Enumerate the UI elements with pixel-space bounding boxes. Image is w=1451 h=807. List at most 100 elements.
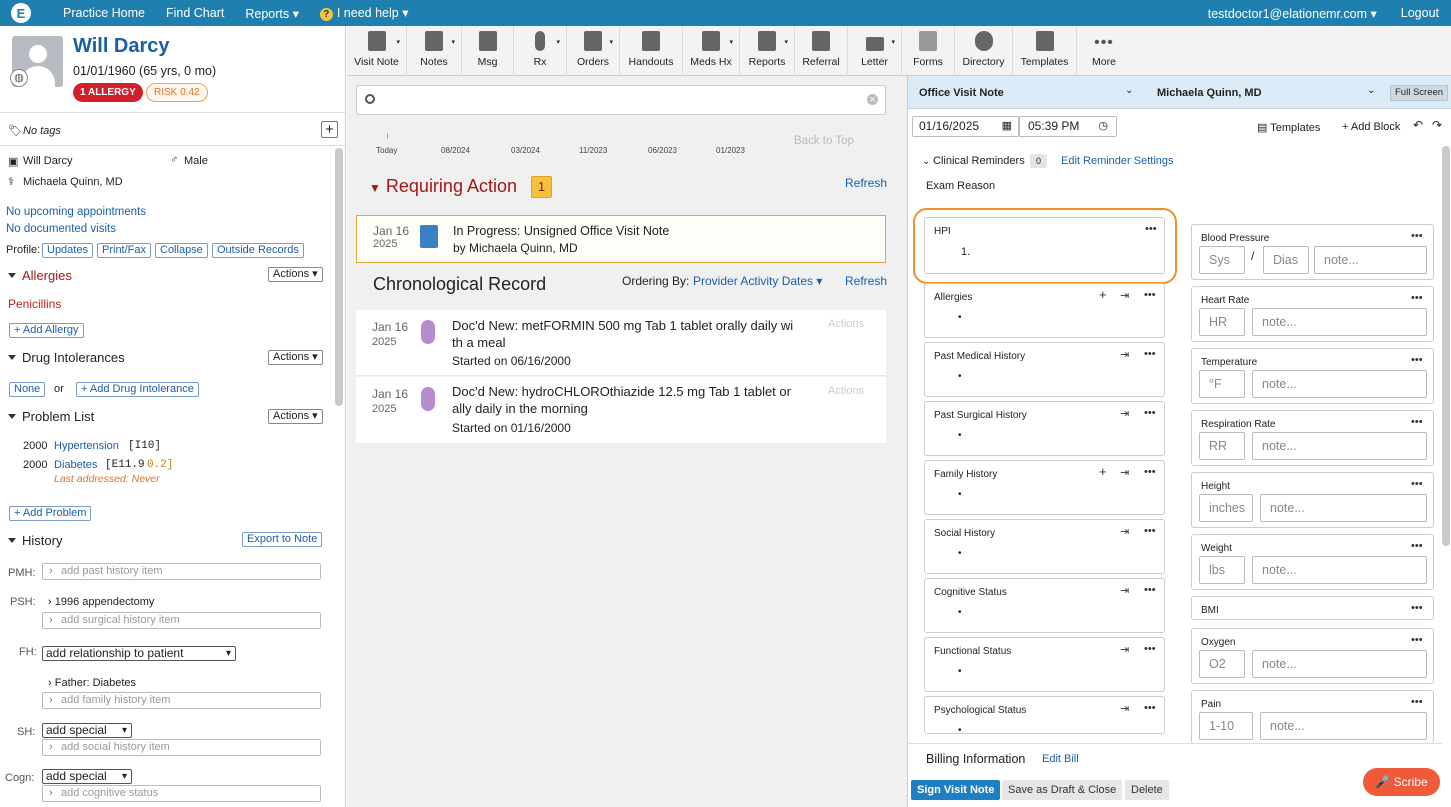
vital-block[interactable]: Temperature ••• °F note... [1191,348,1434,404]
logout-link[interactable]: Logout [1401,6,1439,21]
pmh-input[interactable]: add past history item [42,563,321,580]
elation-logo[interactable]: E [0,0,42,26]
ellipsis-icon[interactable]: ••• [1144,584,1156,596]
vital-value-input[interactable]: inches [1199,494,1253,522]
vital-block[interactable]: Weight ••• lbs note... [1191,534,1434,590]
ordering-select[interactable]: Provider Activity Dates ▾ [693,274,822,288]
templates-button[interactable]: Templates [1013,26,1077,76]
import-icon[interactable]: ⇥ [1120,643,1129,656]
problem-diabetes[interactable]: Diabetes [54,459,97,471]
allergies-actions-button[interactable]: Actions ▾ [268,267,323,282]
user-menu[interactable]: testdoctor1@elationemr.com ▾ [1208,6,1377,21]
note-block[interactable]: Allergies + ⇥ ••• • [924,283,1165,338]
chevron-down-icon[interactable]: ⌄ [1367,85,1375,96]
timeline-label[interactable]: 01/2023 [716,146,745,155]
clinical-reminders-toggle[interactable]: Clinical Reminders [933,155,1025,167]
diastolic-input[interactable]: Dias [1263,246,1309,274]
timeline-label[interactable]: 03/2024 [511,146,540,155]
vital-note-input[interactable]: note... [1260,712,1427,740]
fh-item[interactable]: › Father: Diabetes [48,677,136,689]
ellipsis-icon[interactable]: ••• [1144,643,1156,655]
note-block[interactable]: Psychological Status ⇥ ••• • [924,696,1165,736]
visit-note-button[interactable]: ▾ Visit Note [347,26,407,76]
timeline-label[interactable]: 11/2023 [579,146,607,155]
ellipsis-icon[interactable]: ••• [1144,702,1156,714]
import-icon[interactable]: ⇥ [1120,466,1129,479]
vital-value-input[interactable]: HR [1199,308,1245,336]
note-block[interactable]: Social History ⇥ ••• • [924,519,1165,574]
note-scrollbar[interactable] [1442,146,1450,546]
requiring-refresh-link[interactable]: Refresh [845,176,887,190]
vital-note-input[interactable]: note... [1252,308,1427,336]
more-button[interactable]: ••• More [1077,26,1131,76]
vital-block[interactable]: BMI ••• [1191,596,1434,620]
nav-help[interactable]: ? I need help ▾ [319,5,408,21]
note-block[interactable]: Past Surgical History ⇥ ••• • [924,401,1165,456]
plus-icon[interactable]: + [1099,287,1107,302]
timeline-label[interactable]: Today [376,146,397,155]
patient-name[interactable]: Will Darcy [73,35,170,58]
import-icon[interactable]: ⇥ [1120,289,1129,302]
notes-button[interactable]: ▾ Notes [407,26,462,76]
ellipsis-icon[interactable]: ••• [1411,230,1423,242]
vital-value-input[interactable]: RR [1199,432,1245,460]
print-fax-button[interactable]: Print/Fax [97,243,152,258]
visits-link[interactable]: No documented visits [6,223,116,235]
import-icon[interactable]: ⇥ [1120,348,1129,361]
handouts-button[interactable]: Handouts [620,26,683,76]
none-button[interactable]: None [9,382,46,397]
risk-badge[interactable]: RISK 0.42 [146,83,208,102]
edit-reminder-settings-link[interactable]: Edit Reminder Settings [1061,155,1174,167]
import-icon[interactable]: ⇥ [1120,584,1129,597]
orders-button[interactable]: ▾ Orders [567,26,620,76]
vital-block[interactable]: Height ••• inches note... [1191,472,1434,528]
chrono-item[interactable]: Jan 16 2025 Doc'd New: metFORMIN 500 mg … [356,310,886,376]
msg-button[interactable]: Msg [462,26,514,76]
unsigned-note-card[interactable]: Jan 16 2025 In Progress: Unsigned Office… [356,215,886,263]
plus-icon[interactable]: + [1099,464,1107,479]
back-to-top-link[interactable]: Back to Top [794,135,854,147]
allergy-item[interactable]: Penicillins [8,297,61,311]
cogn-special-select[interactable]: add special [42,769,132,784]
letter-button[interactable]: ▾ Letter [848,26,902,76]
ellipsis-icon[interactable]: ••• [1145,223,1157,235]
note-block[interactable]: Family History + ⇥ ••• • [924,460,1165,515]
export-to-note-button[interactable]: Export to Note [242,532,323,547]
import-icon[interactable]: ⇥ [1120,525,1129,538]
sh-input[interactable]: add social history item [42,739,321,756]
calendar-icon[interactable]: ▦ [1002,117,1012,136]
ellipsis-icon[interactable]: ••• [1411,696,1423,708]
requiring-action-header[interactable]: ▼ Requiring Action [369,176,517,197]
updates-button[interactable]: Updates [42,243,93,258]
ellipsis-icon[interactable]: ••• [1411,540,1423,552]
nav-find-chart[interactable]: Find Chart [166,6,224,20]
globe-icon[interactable]: ◍ [10,69,28,87]
ellipsis-icon[interactable]: ••• [1144,525,1156,537]
ellipsis-icon[interactable]: ••• [1411,634,1423,646]
vital-block[interactable]: Heart Rate ••• HR note... [1191,286,1434,342]
add-block-link[interactable]: + Add Block [1342,121,1400,133]
clock-icon[interactable]: ◷ [1098,117,1108,136]
intolerances-actions-button[interactable]: Actions ▾ [268,350,323,365]
save-draft-button[interactable]: Save as Draft & Close [1002,780,1123,800]
fh-input[interactable]: add family history item [42,692,321,709]
item-actions[interactable]: Actions [828,385,864,397]
chevron-down-icon[interactable]: ⌄ [1125,85,1133,96]
vital-note-input[interactable]: note... [1252,432,1427,460]
item-actions[interactable]: Actions [828,318,864,330]
note-type-select[interactable]: Office Visit Note [919,87,1004,99]
full-screen-button[interactable]: Full Screen [1390,85,1449,101]
hpi-block[interactable]: HPI ••• 1. [924,217,1165,274]
exam-reason-label[interactable]: Exam Reason [926,180,995,192]
chevron-down-icon[interactable]: ⌄ [922,156,930,167]
note-block[interactable]: Functional Status ⇥ ••• • [924,637,1165,692]
undo-icon[interactable]: ↶ [1413,118,1423,132]
vital-block[interactable]: Oxygen ••• O2 note... [1191,628,1434,684]
sign-visit-note-button[interactable]: Sign Visit Note [911,780,1001,800]
clear-search-icon[interactable]: ✕ [867,94,878,105]
vital-block[interactable]: Pain ••• 1-10 note... [1191,690,1434,744]
sh-special-select[interactable]: add special [42,723,132,738]
note-date-input[interactable]: 01/16/2025 ▦ [912,116,1019,137]
scribe-button[interactable]: 🎤 Scribe [1363,768,1440,796]
psh-input[interactable]: add surgical history item [42,612,321,629]
